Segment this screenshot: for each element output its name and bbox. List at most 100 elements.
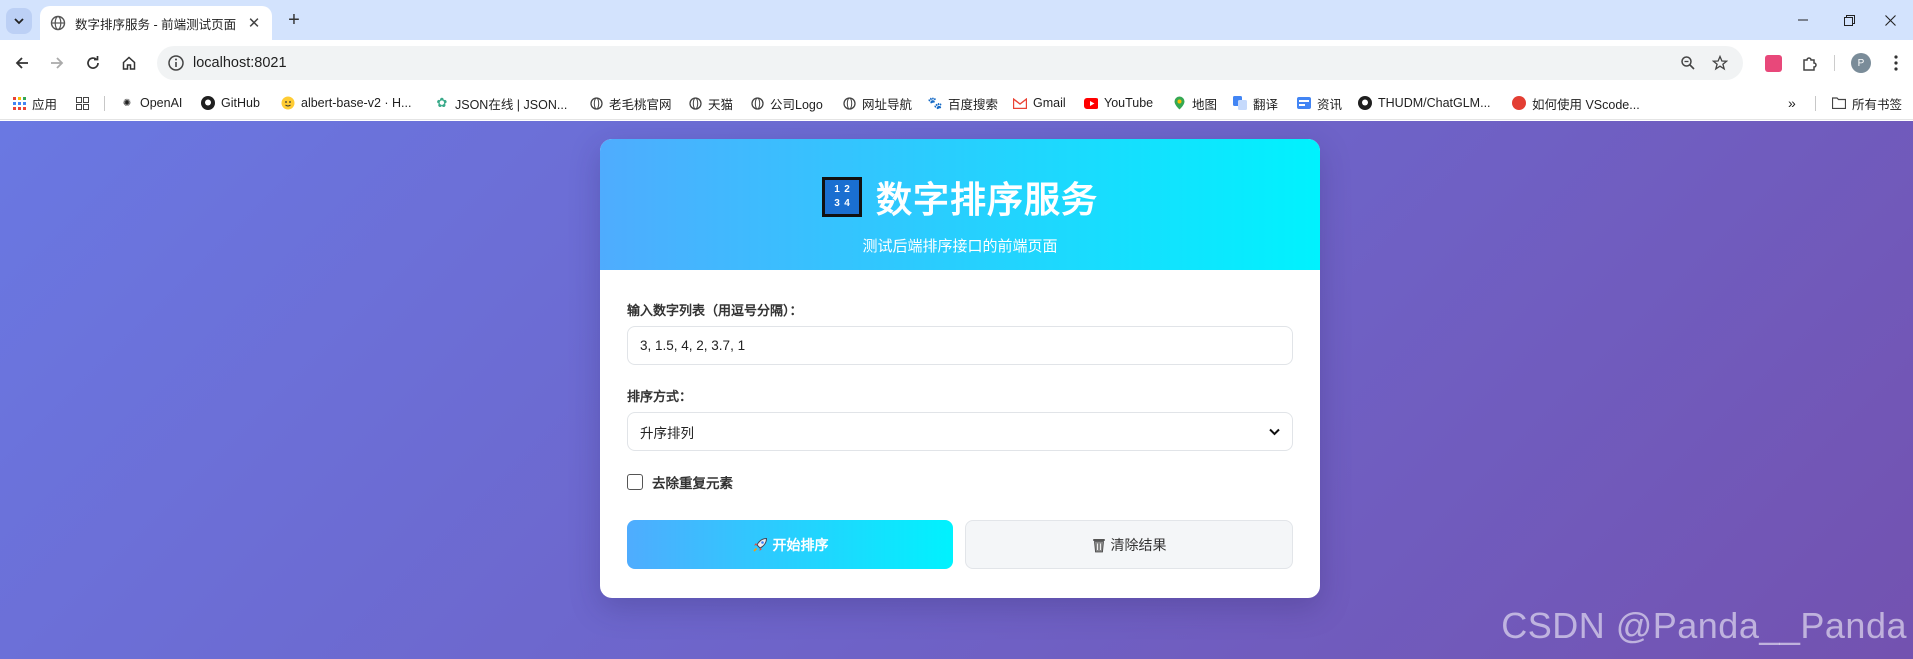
translate-extension-button[interactable] <box>1760 50 1786 76</box>
new-tab-button[interactable]: + <box>281 7 307 33</box>
zoom-icon[interactable] <box>1679 54 1697 72</box>
tab-strip: 数字排序服务 - 前端测试页面 ✕ + <box>0 0 1913 40</box>
window-close-button[interactable] <box>1867 4 1913 36</box>
tab-title: 数字排序服务 - 前端测试页面 <box>75 17 237 32</box>
numbers-label: 输入数字列表（用逗号分隔）： <box>627 303 803 318</box>
bookmark-vscode[interactable]: 如何使用 VScode... <box>1512 86 1640 120</box>
maps-icon <box>1172 96 1186 110</box>
icon-digit: 4 <box>844 198 850 209</box>
icon-digit: 1 <box>834 184 840 195</box>
bookmark-star-icon[interactable] <box>1711 54 1729 72</box>
youtube-icon <box>1084 96 1098 110</box>
numbers-input[interactable]: 3, 1.5, 4, 2, 3.7, 1 <box>627 326 1293 365</box>
bookmarks-overflow-button[interactable]: » <box>1788 86 1796 120</box>
bookmark-label: 应用 <box>32 97 58 112</box>
icon-digit: 3 <box>834 198 840 209</box>
sort-order-label: 排序方式： <box>627 389 693 404</box>
bookmark-label: 天猫 <box>708 97 734 112</box>
browser-toolbar: localhost:8021 P <box>0 40 1913 86</box>
forward-arrow-icon <box>51 57 64 69</box>
json-icon: ✿ <box>436 95 448 110</box>
globe-icon <box>50 15 66 31</box>
dedupe-option[interactable]: 去除重复元素 <box>627 472 1293 492</box>
bookmark-separator <box>1815 96 1816 111</box>
bookmark-json[interactable]: ✿ JSON在线 | JSON... <box>435 86 568 120</box>
page-subtitle: 测试后端排序接口的前端页面 <box>862 238 1058 255</box>
rocket-icon <box>752 537 768 553</box>
bookmark-label: 网址导航 <box>862 97 913 112</box>
plus-icon: + <box>288 8 300 31</box>
tab-search-button[interactable] <box>6 8 32 34</box>
close-icon <box>1884 14 1896 26</box>
forward-button[interactable] <box>42 48 72 78</box>
restore-icon <box>1843 14 1855 26</box>
url-text[interactable]: localhost:8021 <box>193 55 287 71</box>
bookmark-label: THUDM/ChatGLM... <box>1378 96 1491 110</box>
start-sort-label: 开始排序 <box>772 536 829 553</box>
watermark: CSDN @Panda__Panda <box>1501 605 1907 646</box>
sort-order-value: 升序排列 <box>640 425 694 441</box>
minimize-icon <box>1798 19 1808 21</box>
bookmark-chatglm[interactable]: THUDM/ChatGLM... <box>1358 86 1491 120</box>
bookmark-label: 老毛桃官网 <box>609 97 672 112</box>
bookmark-separator <box>104 96 105 111</box>
back-button[interactable] <box>7 48 37 78</box>
dedupe-checkbox[interactable] <box>627 474 643 490</box>
bookmark-company-logo[interactable]: 公司Logo <box>750 86 823 120</box>
bookmark-label: YouTube <box>1104 96 1154 110</box>
close-icon[interactable]: ✕ <box>246 14 262 32</box>
bookmark-youtube[interactable]: YouTube <box>1084 86 1153 120</box>
bookmark-baidu[interactable]: 🐾 百度搜索 <box>928 86 998 120</box>
chevron-down-icon <box>1269 428 1280 435</box>
bookmark-nav[interactable]: 网址导航 <box>842 86 912 120</box>
bookmark-laomaotao[interactable]: 老毛桃官网 <box>589 86 672 120</box>
bookmark-apps[interactable]: 应用 <box>12 86 57 120</box>
dedupe-label: 去除重复元素 <box>652 476 733 491</box>
page-viewport: 1 2 3 4 数字排序服务 测试后端排序接口的前端页面 输入数字列表（用逗号分… <box>0 121 1913 659</box>
sort-service-card: 1 2 3 4 数字排序服务 测试后端排序接口的前端页面 输入数字列表（用逗号分… <box>600 139 1320 598</box>
bookmark-label: 地图 <box>1192 97 1218 112</box>
bookmark-openai[interactable]: ✺ OpenAI <box>120 86 183 120</box>
bookmark-label: GitHub <box>221 96 260 110</box>
news-icon <box>1297 96 1311 110</box>
bookmark-albert[interactable]: albert-base-v2 · H... <box>281 86 411 120</box>
address-bar[interactable]: localhost:8021 <box>157 46 1743 80</box>
globe-icon <box>688 96 702 110</box>
github-icon <box>201 96 215 110</box>
bookmark-grid[interactable] <box>75 86 95 120</box>
minimize-button[interactable] <box>1780 4 1826 36</box>
all-bookmarks-button[interactable]: 所有书签 <box>1832 86 1902 120</box>
site-info-icon[interactable] <box>167 54 185 72</box>
browser-tab-active[interactable]: 数字排序服务 - 前端测试页面 ✕ <box>40 6 272 40</box>
toolbar-divider <box>1834 55 1835 71</box>
bookmarks-bar: 应用 ✺ OpenAI GitHub albert-base-v2 · H...… <box>0 86 1913 120</box>
bookmark-gmail[interactable]: Gmail <box>1013 86 1066 120</box>
bookmark-news[interactable]: 资讯 <box>1297 86 1342 120</box>
start-sort-button[interactable]: 开始排序 <box>627 520 953 569</box>
bookmark-label: Gmail <box>1033 96 1066 110</box>
bookmark-maps[interactable]: 地图 <box>1172 86 1217 120</box>
page-title: 数字排序服务 <box>875 179 1098 220</box>
bookmark-github[interactable]: GitHub <box>201 86 260 120</box>
bookmark-label: 翻译 <box>1253 97 1279 112</box>
reload-icon <box>87 56 99 69</box>
back-arrow-icon <box>15 57 28 69</box>
sort-order-select[interactable]: 升序排列 <box>627 412 1293 451</box>
apps-grid-icon <box>12 96 26 110</box>
bookmark-translate[interactable]: 翻译 <box>1233 86 1278 120</box>
bookmark-label: OpenAI <box>140 96 183 110</box>
restore-button[interactable] <box>1826 4 1872 36</box>
home-button[interactable] <box>114 48 144 78</box>
numbers-icon: 1 2 3 4 <box>821 177 862 217</box>
github-icon <box>1358 96 1372 110</box>
bookmark-label: 公司Logo <box>770 97 823 112</box>
sort-form: 输入数字列表（用逗号分隔）： 3, 1.5, 4, 2, 3.7, 1 排序方式… <box>600 270 1320 569</box>
profile-button[interactable]: P <box>1848 50 1874 76</box>
clear-results-button[interactable]: 清除结果 <box>965 520 1293 569</box>
reload-button[interactable] <box>78 48 108 78</box>
extensions-button[interactable] <box>1796 50 1822 76</box>
globe-icon <box>750 96 764 110</box>
browser-menu-button[interactable] <box>1883 50 1909 76</box>
bookmark-tmall[interactable]: 天猫 <box>688 86 733 120</box>
